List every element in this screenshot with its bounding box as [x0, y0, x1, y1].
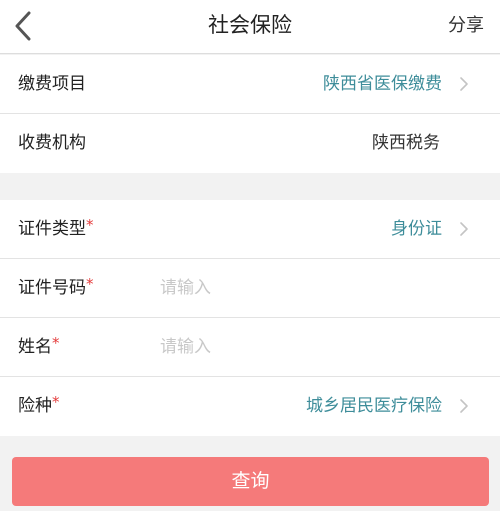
payment-item-label: 缴费项目 [18, 74, 86, 94]
insured-info-section: 证件类型* 身份证 证件号码* 姓名* 险种* 城乡居民医疗保险 [0, 200, 500, 436]
name-label-text: 姓名 [18, 337, 52, 357]
app-root: 社会保险 分享 缴费项目 陕西省医保缴费 收费机构 陕西税务 证件类型* 身份证… [0, 0, 500, 511]
collecting-org-value: 陕西税务 [372, 133, 440, 153]
row-insurance-type[interactable]: 险种* 城乡居民医疗保险 [0, 377, 500, 436]
nav-bar: 社会保险 分享 [0, 0, 500, 54]
insurance-type-label-text: 险种 [18, 396, 52, 416]
id-type-label-text: 证件类型 [18, 219, 86, 239]
chevron-left-icon [15, 11, 31, 41]
id-number-input[interactable] [160, 273, 460, 303]
payment-item-value: 陕西省医保缴费 [323, 74, 442, 94]
collecting-org-label: 收费机构 [18, 133, 86, 153]
payment-info-section: 缴费项目 陕西省医保缴费 收费机构 陕西税务 [0, 55, 500, 173]
query-button[interactable]: 查询 [12, 457, 489, 506]
id-number-label-text: 证件号码 [18, 278, 86, 298]
chevron-right-icon [460, 77, 468, 91]
required-mark: * [86, 216, 94, 234]
chevron-right-icon [460, 399, 468, 413]
page-title: 社会保险 [208, 13, 292, 37]
required-mark: * [52, 393, 60, 411]
row-id-type[interactable]: 证件类型* 身份证 [0, 200, 500, 259]
name-input[interactable] [160, 332, 460, 362]
name-label: 姓名* [18, 318, 60, 376]
required-mark: * [86, 275, 94, 293]
id-type-label: 证件类型* [18, 200, 94, 258]
back-button[interactable] [6, 6, 40, 46]
id-type-value: 身份证 [391, 219, 442, 239]
insurance-type-label: 险种* [18, 377, 60, 435]
id-number-label: 证件号码* [18, 259, 94, 317]
row-id-number: 证件号码* [0, 259, 500, 318]
required-mark: * [52, 334, 60, 352]
row-name: 姓名* [0, 318, 500, 377]
share-button[interactable]: 分享 [448, 0, 484, 52]
row-payment-item[interactable]: 缴费项目 陕西省医保缴费 [0, 55, 500, 114]
row-collecting-org: 收费机构 陕西税务 [0, 114, 500, 173]
chevron-right-icon [460, 222, 468, 236]
insurance-type-value: 城乡居民医疗保险 [306, 396, 442, 416]
